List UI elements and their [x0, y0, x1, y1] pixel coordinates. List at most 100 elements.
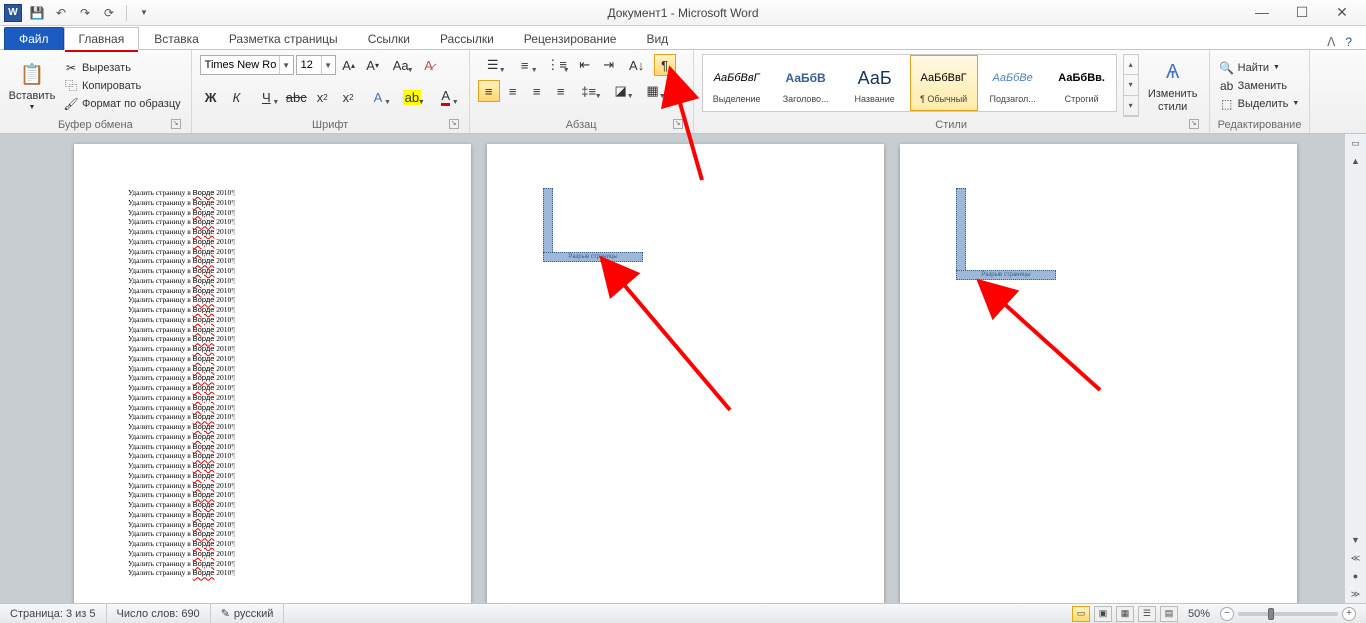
document-text-line[interactable]: Удалить страницу в Ворде 2010¶: [128, 364, 417, 374]
align-center-button[interactable]: ≡: [502, 80, 524, 102]
align-left-button[interactable]: ≡: [478, 80, 500, 102]
document-text-line[interactable]: Удалить страницу в Ворде 2010¶: [128, 208, 417, 218]
fullscreen-reading-view-button[interactable]: ▣: [1094, 606, 1112, 622]
next-page-icon[interactable]: ≫: [1347, 585, 1365, 603]
styles-gallery-more[interactable]: ▴▾▾: [1123, 54, 1139, 117]
tab-references[interactable]: Ссылки: [353, 27, 425, 50]
document-text-line[interactable]: Удалить страницу в Ворде 2010¶: [128, 481, 417, 491]
print-layout-view-button[interactable]: ▭: [1072, 606, 1090, 622]
sort-button[interactable]: A↓: [622, 54, 652, 76]
document-text-line[interactable]: Удалить страницу в Ворде 2010¶: [128, 422, 417, 432]
scroll-down-icon[interactable]: ▼: [1347, 531, 1365, 549]
document-text-line[interactable]: Удалить страницу в Ворде 2010¶: [128, 276, 417, 286]
copy-button[interactable]: ⿻Копировать: [62, 78, 183, 94]
document-text-line[interactable]: Удалить страницу в Ворде 2010¶: [128, 451, 417, 461]
document-text-line[interactable]: Удалить страницу в Ворде 2010¶: [128, 344, 417, 354]
numbering-button[interactable]: ≡▼: [510, 54, 540, 76]
clear-formatting-button[interactable]: A̷: [418, 54, 440, 76]
align-right-button[interactable]: ≡: [526, 80, 548, 102]
document-text-line[interactable]: Удалить страницу в Ворде 2010¶: [128, 432, 417, 442]
document-text-line[interactable]: Удалить страницу в Ворде 2010¶: [128, 559, 417, 569]
find-button[interactable]: 🔍Найти ▼: [1218, 60, 1302, 76]
qat-customize-icon[interactable]: ▼: [135, 4, 153, 22]
strikethrough-button[interactable]: abc: [285, 86, 307, 108]
document-text-line[interactable]: Удалить страницу в Ворде 2010¶: [128, 539, 417, 549]
vertical-scrollbar[interactable]: ▭ ▲ ▼ ≪ ● ≫: [1344, 134, 1366, 603]
document-text-line[interactable]: Удалить страницу в Ворде 2010¶: [128, 442, 417, 452]
bullets-button[interactable]: ☰▼: [478, 54, 508, 76]
draft-view-button[interactable]: ▤: [1160, 606, 1178, 622]
tab-home[interactable]: Главная: [64, 27, 140, 50]
font-color-button[interactable]: A▼: [431, 86, 461, 108]
page-3[interactable]: Разрыв страницы: [900, 144, 1297, 603]
document-text-line[interactable]: Удалить страницу в Ворде 2010¶: [128, 266, 417, 276]
style-title[interactable]: АаБНазвание: [841, 55, 909, 111]
style-subtitle[interactable]: АаБбВеПодзагол...: [979, 55, 1047, 111]
clipboard-dialog-launcher[interactable]: ↘: [171, 119, 181, 129]
save-icon[interactable]: 💾: [28, 4, 46, 22]
minimize-button[interactable]: —: [1254, 4, 1270, 21]
status-page[interactable]: Страница: 3 из 5: [0, 604, 107, 623]
browse-object-icon[interactable]: ●: [1347, 567, 1365, 585]
document-text-line[interactable]: Удалить страницу в Ворде 2010¶: [128, 373, 417, 383]
change-case-button[interactable]: Aa▼: [386, 54, 416, 76]
status-word-count[interactable]: Число слов: 690: [107, 604, 211, 623]
shading-button[interactable]: ◪▼: [606, 80, 636, 102]
document-text-line[interactable]: Удалить страницу в Ворде 2010¶: [128, 295, 417, 305]
scroll-up-icon[interactable]: ▲: [1347, 152, 1365, 170]
help-icon[interactable]: ?: [1345, 35, 1352, 49]
show-hide-paragraph-button[interactable]: ¶: [654, 54, 676, 76]
document-text-line[interactable]: Удалить страницу в Ворде 2010¶: [128, 461, 417, 471]
document-text-line[interactable]: Удалить страницу в Ворде 2010¶: [128, 286, 417, 296]
paste-button[interactable]: 📋 Вставить ▼: [8, 54, 56, 117]
grow-font-button[interactable]: A▴: [338, 54, 360, 76]
style-normal[interactable]: АаБбВвГ¶ Обычный: [910, 55, 978, 111]
style-strong[interactable]: АаБбВв.Строгий: [1048, 55, 1116, 111]
tab-insert[interactable]: Вставка: [139, 27, 214, 50]
tab-view[interactable]: Вид: [631, 27, 683, 50]
zoom-out-button[interactable]: −: [1220, 607, 1234, 621]
zoom-level[interactable]: 50%: [1188, 608, 1210, 620]
document-text-line[interactable]: Удалить страницу в Ворде 2010¶: [128, 510, 417, 520]
document-text-line[interactable]: Удалить страницу в Ворде 2010¶: [128, 198, 417, 208]
status-language[interactable]: ✎русский: [211, 604, 285, 623]
underline-button[interactable]: Ч▼: [251, 86, 281, 108]
cut-button[interactable]: ✂Вырезать: [62, 60, 183, 76]
font-dialog-launcher[interactable]: ↘: [449, 119, 459, 129]
document-text-line[interactable]: Удалить страницу в Ворде 2010¶: [128, 334, 417, 344]
document-text-line[interactable]: Удалить страницу в Ворде 2010¶: [128, 247, 417, 257]
zoom-in-button[interactable]: +: [1342, 607, 1356, 621]
decrease-indent-button[interactable]: ⇤: [574, 54, 596, 76]
document-text-line[interactable]: Удалить страницу в Ворде 2010¶: [128, 412, 417, 422]
document-text-line[interactable]: Удалить страницу в Ворде 2010¶: [128, 305, 417, 315]
document-text-line[interactable]: Удалить страницу в Ворде 2010¶: [128, 217, 417, 227]
document-text-line[interactable]: Удалить страницу в Ворде 2010¶: [128, 490, 417, 500]
undo-icon[interactable]: ↶: [52, 4, 70, 22]
shrink-font-button[interactable]: A▾: [362, 54, 384, 76]
web-layout-view-button[interactable]: ▦: [1116, 606, 1134, 622]
document-text-line[interactable]: Удалить страницу в Ворде 2010¶: [128, 403, 417, 413]
document-text-line[interactable]: Удалить страницу в Ворде 2010¶: [128, 354, 417, 364]
paragraph-dialog-launcher[interactable]: ↘: [673, 119, 683, 129]
page-2[interactable]: Разрыв страницы: [487, 144, 884, 603]
document-text-line[interactable]: Удалить страницу в Ворде 2010¶: [128, 237, 417, 247]
borders-button[interactable]: ▦▼: [638, 80, 668, 102]
redo-icon[interactable]: ↷: [76, 4, 94, 22]
refresh-icon[interactable]: ⟳: [100, 4, 118, 22]
select-button[interactable]: ⬚Выделить ▼: [1218, 96, 1302, 112]
font-family-combo[interactable]: Times New Ro▼: [200, 55, 294, 75]
document-text-line[interactable]: Удалить страницу в Ворде 2010¶: [128, 471, 417, 481]
subscript-button[interactable]: x2: [311, 86, 333, 108]
justify-button[interactable]: ≡: [550, 80, 572, 102]
document-text-line[interactable]: Удалить страницу в Ворде 2010¶: [128, 325, 417, 335]
close-button[interactable]: ✕: [1334, 4, 1350, 21]
maximize-button[interactable]: ☐: [1294, 4, 1310, 21]
italic-button[interactable]: К: [226, 86, 248, 108]
bold-button[interactable]: Ж: [200, 86, 222, 108]
document-text-line[interactable]: Удалить страницу в Ворде 2010¶: [128, 529, 417, 539]
document-text-line[interactable]: Удалить страницу в Ворде 2010¶: [128, 188, 417, 198]
page-1[interactable]: Удалить страницу в Ворде 2010¶Удалить ст…: [74, 144, 471, 603]
document-area[interactable]: Удалить страницу в Ворде 2010¶Удалить ст…: [0, 134, 1344, 603]
tab-mailings[interactable]: Рассылки: [425, 27, 509, 50]
superscript-button[interactable]: x2: [337, 86, 359, 108]
